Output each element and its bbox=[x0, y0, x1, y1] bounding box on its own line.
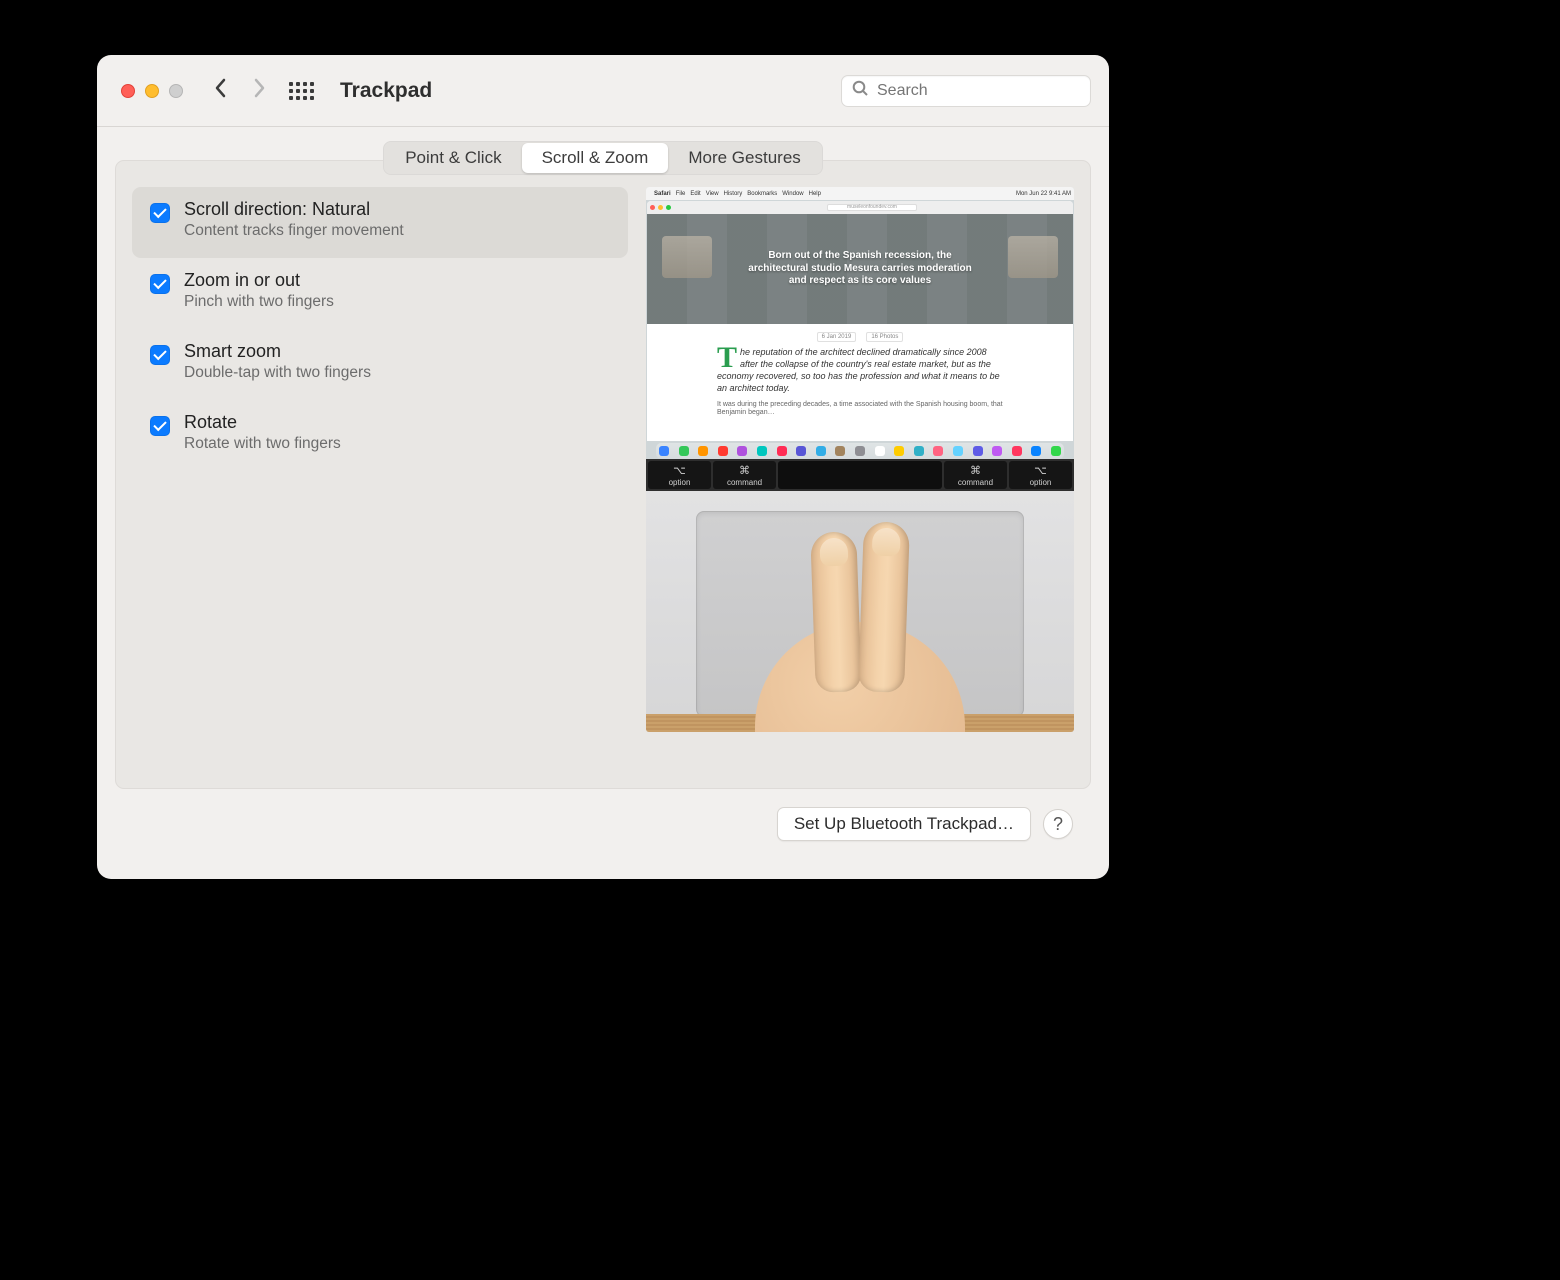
tab-point-click[interactable]: Point & Click bbox=[385, 143, 521, 173]
option-title: Smart zoom bbox=[184, 341, 371, 362]
option-subtitle: Pinch with two fingers bbox=[184, 293, 334, 311]
option-subtitle: Rotate with two fingers bbox=[184, 435, 341, 453]
option-title: Zoom in or out bbox=[184, 270, 334, 291]
panel-title: Trackpad bbox=[340, 79, 432, 103]
checkbox-scroll-direction[interactable] bbox=[150, 203, 170, 223]
zoom-window-disabled bbox=[169, 84, 183, 98]
minimize-window[interactable] bbox=[145, 84, 159, 98]
back-button[interactable] bbox=[213, 77, 229, 104]
option-subtitle: Double-tap with two fingers bbox=[184, 364, 371, 382]
window-controls bbox=[115, 84, 183, 98]
option-subtitle: Content tracks finger movement bbox=[184, 222, 404, 240]
system-prefs-window: Trackpad Point & Click Scroll & Zoom Mor… bbox=[97, 55, 1109, 879]
show-all-icon[interactable] bbox=[289, 82, 314, 100]
checkbox-zoom[interactable] bbox=[150, 274, 170, 294]
search-input[interactable] bbox=[877, 82, 1084, 100]
option-scroll-direction[interactable]: Scroll direction: Natural Content tracks… bbox=[132, 187, 628, 258]
option-title: Scroll direction: Natural bbox=[184, 199, 404, 220]
option-zoom[interactable]: Zoom in or out Pinch with two fingers bbox=[132, 258, 628, 329]
pv-trackpad bbox=[646, 491, 1074, 732]
tab-bar: Point & Click Scroll & Zoom More Gesture… bbox=[383, 141, 823, 175]
tab-scroll-zoom[interactable]: Scroll & Zoom bbox=[522, 143, 669, 173]
options-list: Scroll direction: Natural Content tracks… bbox=[132, 187, 628, 471]
nav-buttons bbox=[213, 77, 267, 104]
settings-panel: Scroll direction: Natural Content tracks… bbox=[115, 160, 1091, 789]
setup-bluetooth-trackpad-button[interactable]: Set Up Bluetooth Trackpad… bbox=[777, 807, 1031, 841]
pv-keyboard: ⌥option ⌘command ⌘command ⌥option bbox=[646, 459, 1074, 491]
footer: Set Up Bluetooth Trackpad… ? bbox=[115, 789, 1091, 861]
option-rotate[interactable]: Rotate Rotate with two fingers bbox=[132, 400, 628, 471]
close-window[interactable] bbox=[121, 84, 135, 98]
content: Point & Click Scroll & Zoom More Gesture… bbox=[97, 127, 1109, 879]
help-button[interactable]: ? bbox=[1043, 809, 1073, 839]
checkbox-rotate[interactable] bbox=[150, 416, 170, 436]
gesture-preview: Safari File Edit View History Bookmarks … bbox=[646, 187, 1074, 732]
pv-safari-window: museleonfoundev.com Born out of the Span… bbox=[647, 201, 1073, 441]
option-title: Rotate bbox=[184, 412, 341, 433]
hand-graphic bbox=[725, 492, 995, 732]
search-icon bbox=[852, 80, 869, 102]
checkbox-smart-zoom[interactable] bbox=[150, 345, 170, 365]
toolbar: Trackpad bbox=[97, 55, 1109, 127]
option-smart-zoom[interactable]: Smart zoom Double-tap with two fingers bbox=[132, 329, 628, 400]
search-field[interactable] bbox=[841, 75, 1091, 107]
forward-button-disabled bbox=[251, 77, 267, 104]
pv-menubar: Safari File Edit View History Bookmarks … bbox=[646, 187, 1074, 200]
tab-more-gestures[interactable]: More Gestures bbox=[668, 143, 820, 173]
pv-dock bbox=[656, 443, 1064, 459]
